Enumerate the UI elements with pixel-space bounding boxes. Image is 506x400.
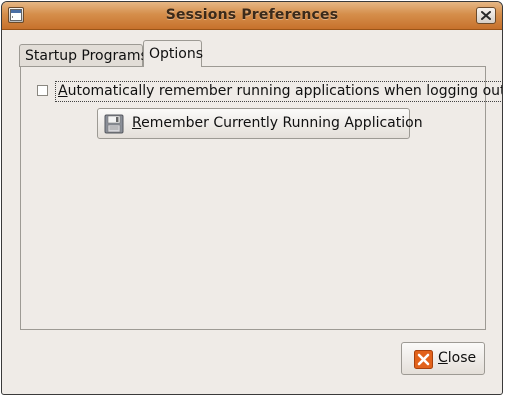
tab-options[interactable]: Options: [143, 40, 204, 67]
window-close-button[interactable]: [476, 7, 496, 24]
close-button-label: Close: [438, 350, 476, 366]
close-x-icon: [414, 350, 433, 373]
remember-button-label: Remember Currently Running Application: [132, 115, 423, 131]
close-button[interactable]: Close: [401, 342, 485, 375]
remember-mnemonic: R: [132, 115, 142, 131]
sessions-preferences-window: Sessions Preferences Startup Programs Op…: [1, 1, 503, 395]
auto-remember-label[interactable]: Automatically remember running applicati…: [55, 81, 503, 102]
titlebar[interactable]: Sessions Preferences: [2, 2, 502, 30]
close-icon: [481, 11, 491, 20]
close-label-text: lose: [447, 350, 477, 366]
options-panel: Automatically remember running applicati…: [20, 66, 502, 330]
tab-startup-programs-label: Startup Programs: [25, 48, 148, 64]
window-title: Sessions Preferences: [165, 7, 339, 23]
floppy-disk-icon: [104, 114, 124, 138]
auto-remember-mnemonic: A: [58, 83, 68, 99]
tab-startup-programs[interactable]: Startup Programs: [19, 44, 148, 67]
remember-running-application-button[interactable]: Remember Currently Running Application: [97, 108, 423, 139]
tab-options-label: Options: [149, 46, 204, 62]
remember-label-text: emember Currently Running Application: [141, 115, 423, 131]
auto-remember-label-text: utomatically remember running applicatio…: [67, 83, 503, 99]
close-mnemonic: C: [438, 350, 448, 366]
auto-remember-checkbox[interactable]: [37, 85, 48, 96]
